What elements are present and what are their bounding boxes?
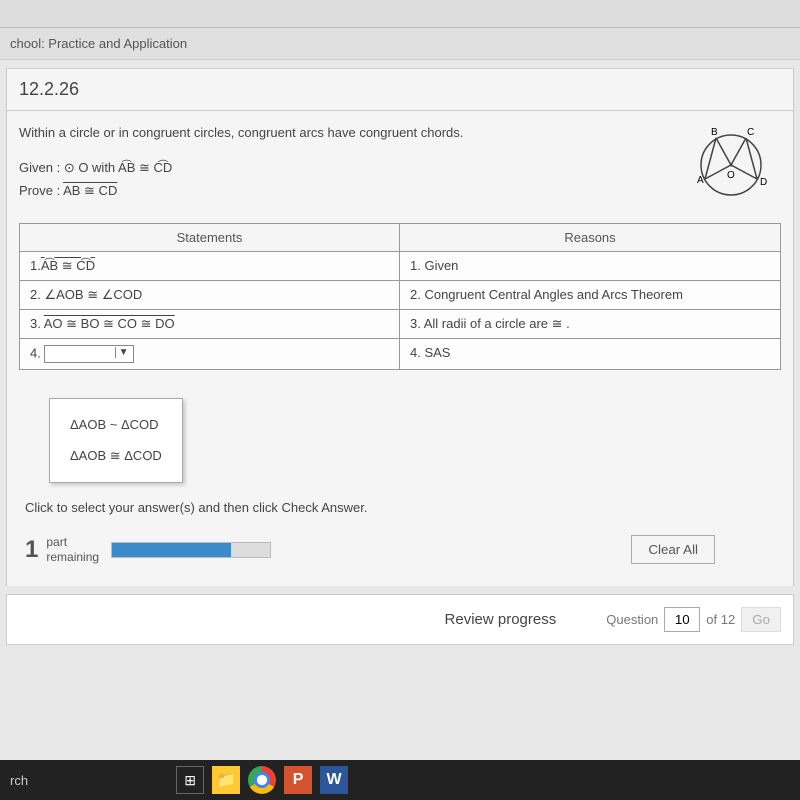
svg-text:D: D	[760, 177, 767, 188]
theorem-text: Within a circle or in congruent circles,…	[19, 123, 661, 144]
task-view-icon[interactable]: ⊞	[176, 766, 204, 794]
question-label: Question	[606, 612, 658, 627]
svg-text:C: C	[747, 127, 754, 138]
option-similar[interactable]: ΔAOB ~ ΔCOD	[50, 409, 182, 440]
table-row: 3. AO ≅ BO ≅ CO ≅ DO 3. All radii of a c…	[20, 310, 780, 339]
proof-table: Statements Reasons 1.A͡B ≅ C͡D 1. Given …	[19, 223, 781, 370]
instruction-text: Click to select your answer(s) and then …	[19, 490, 781, 525]
question-total: of 12	[706, 612, 735, 627]
top-url-bar	[0, 0, 800, 28]
statements-header: Statements	[20, 224, 400, 251]
file-explorer-icon[interactable]: 📁	[212, 766, 240, 794]
table-row: 1.A͡B ≅ C͡D 1. Given	[20, 252, 780, 281]
given-value: ⊙ O with A͡B ≅ C͡D	[64, 160, 172, 175]
prove-label: Prove :	[19, 183, 60, 198]
answer-dropdown[interactable]: ▼	[44, 345, 134, 363]
chevron-down-icon: ▼	[115, 347, 132, 358]
clear-all-button[interactable]: Clear All	[631, 535, 715, 564]
windows-taskbar: rch ⊞ 📁 P W	[0, 760, 800, 800]
reasons-header: Reasons	[400, 224, 780, 251]
table-row: 2. ∠AOB ≅ ∠COD 2. Congruent Central Angl…	[20, 281, 780, 310]
circle-diagram: A B C D O	[681, 123, 781, 203]
svg-text:B: B	[711, 127, 718, 138]
breadcrumb: chool: Practice and Application	[0, 28, 800, 60]
question-content: Within a circle or in congruent circles,…	[6, 111, 794, 586]
dropdown-options: ΔAOB ~ ΔCOD ΔAOB ≅ ΔCOD	[49, 398, 183, 483]
progress-bar	[111, 542, 271, 558]
review-progress-label[interactable]: Review progress	[445, 611, 557, 628]
search-text[interactable]: rch	[10, 773, 28, 788]
parts-remaining: 1 partremaining	[25, 535, 99, 564]
powerpoint-icon[interactable]: P	[284, 766, 312, 794]
option-congruent[interactable]: ΔAOB ≅ ΔCOD	[50, 440, 182, 472]
chrome-icon[interactable]	[248, 766, 276, 794]
given-label: Given :	[19, 160, 60, 175]
svg-text:A: A	[697, 175, 704, 186]
go-button[interactable]: Go	[741, 607, 781, 632]
table-row: 4. ▼ 4. SAS	[20, 339, 780, 369]
question-number-input[interactable]	[664, 607, 700, 632]
svg-text:O: O	[727, 170, 735, 181]
question-id-header: 12.2.26	[6, 68, 794, 111]
word-icon[interactable]: W	[320, 766, 348, 794]
prove-value: AB ≅ CD	[63, 183, 117, 198]
review-bar: Review progress Question of 12 Go	[6, 594, 794, 645]
